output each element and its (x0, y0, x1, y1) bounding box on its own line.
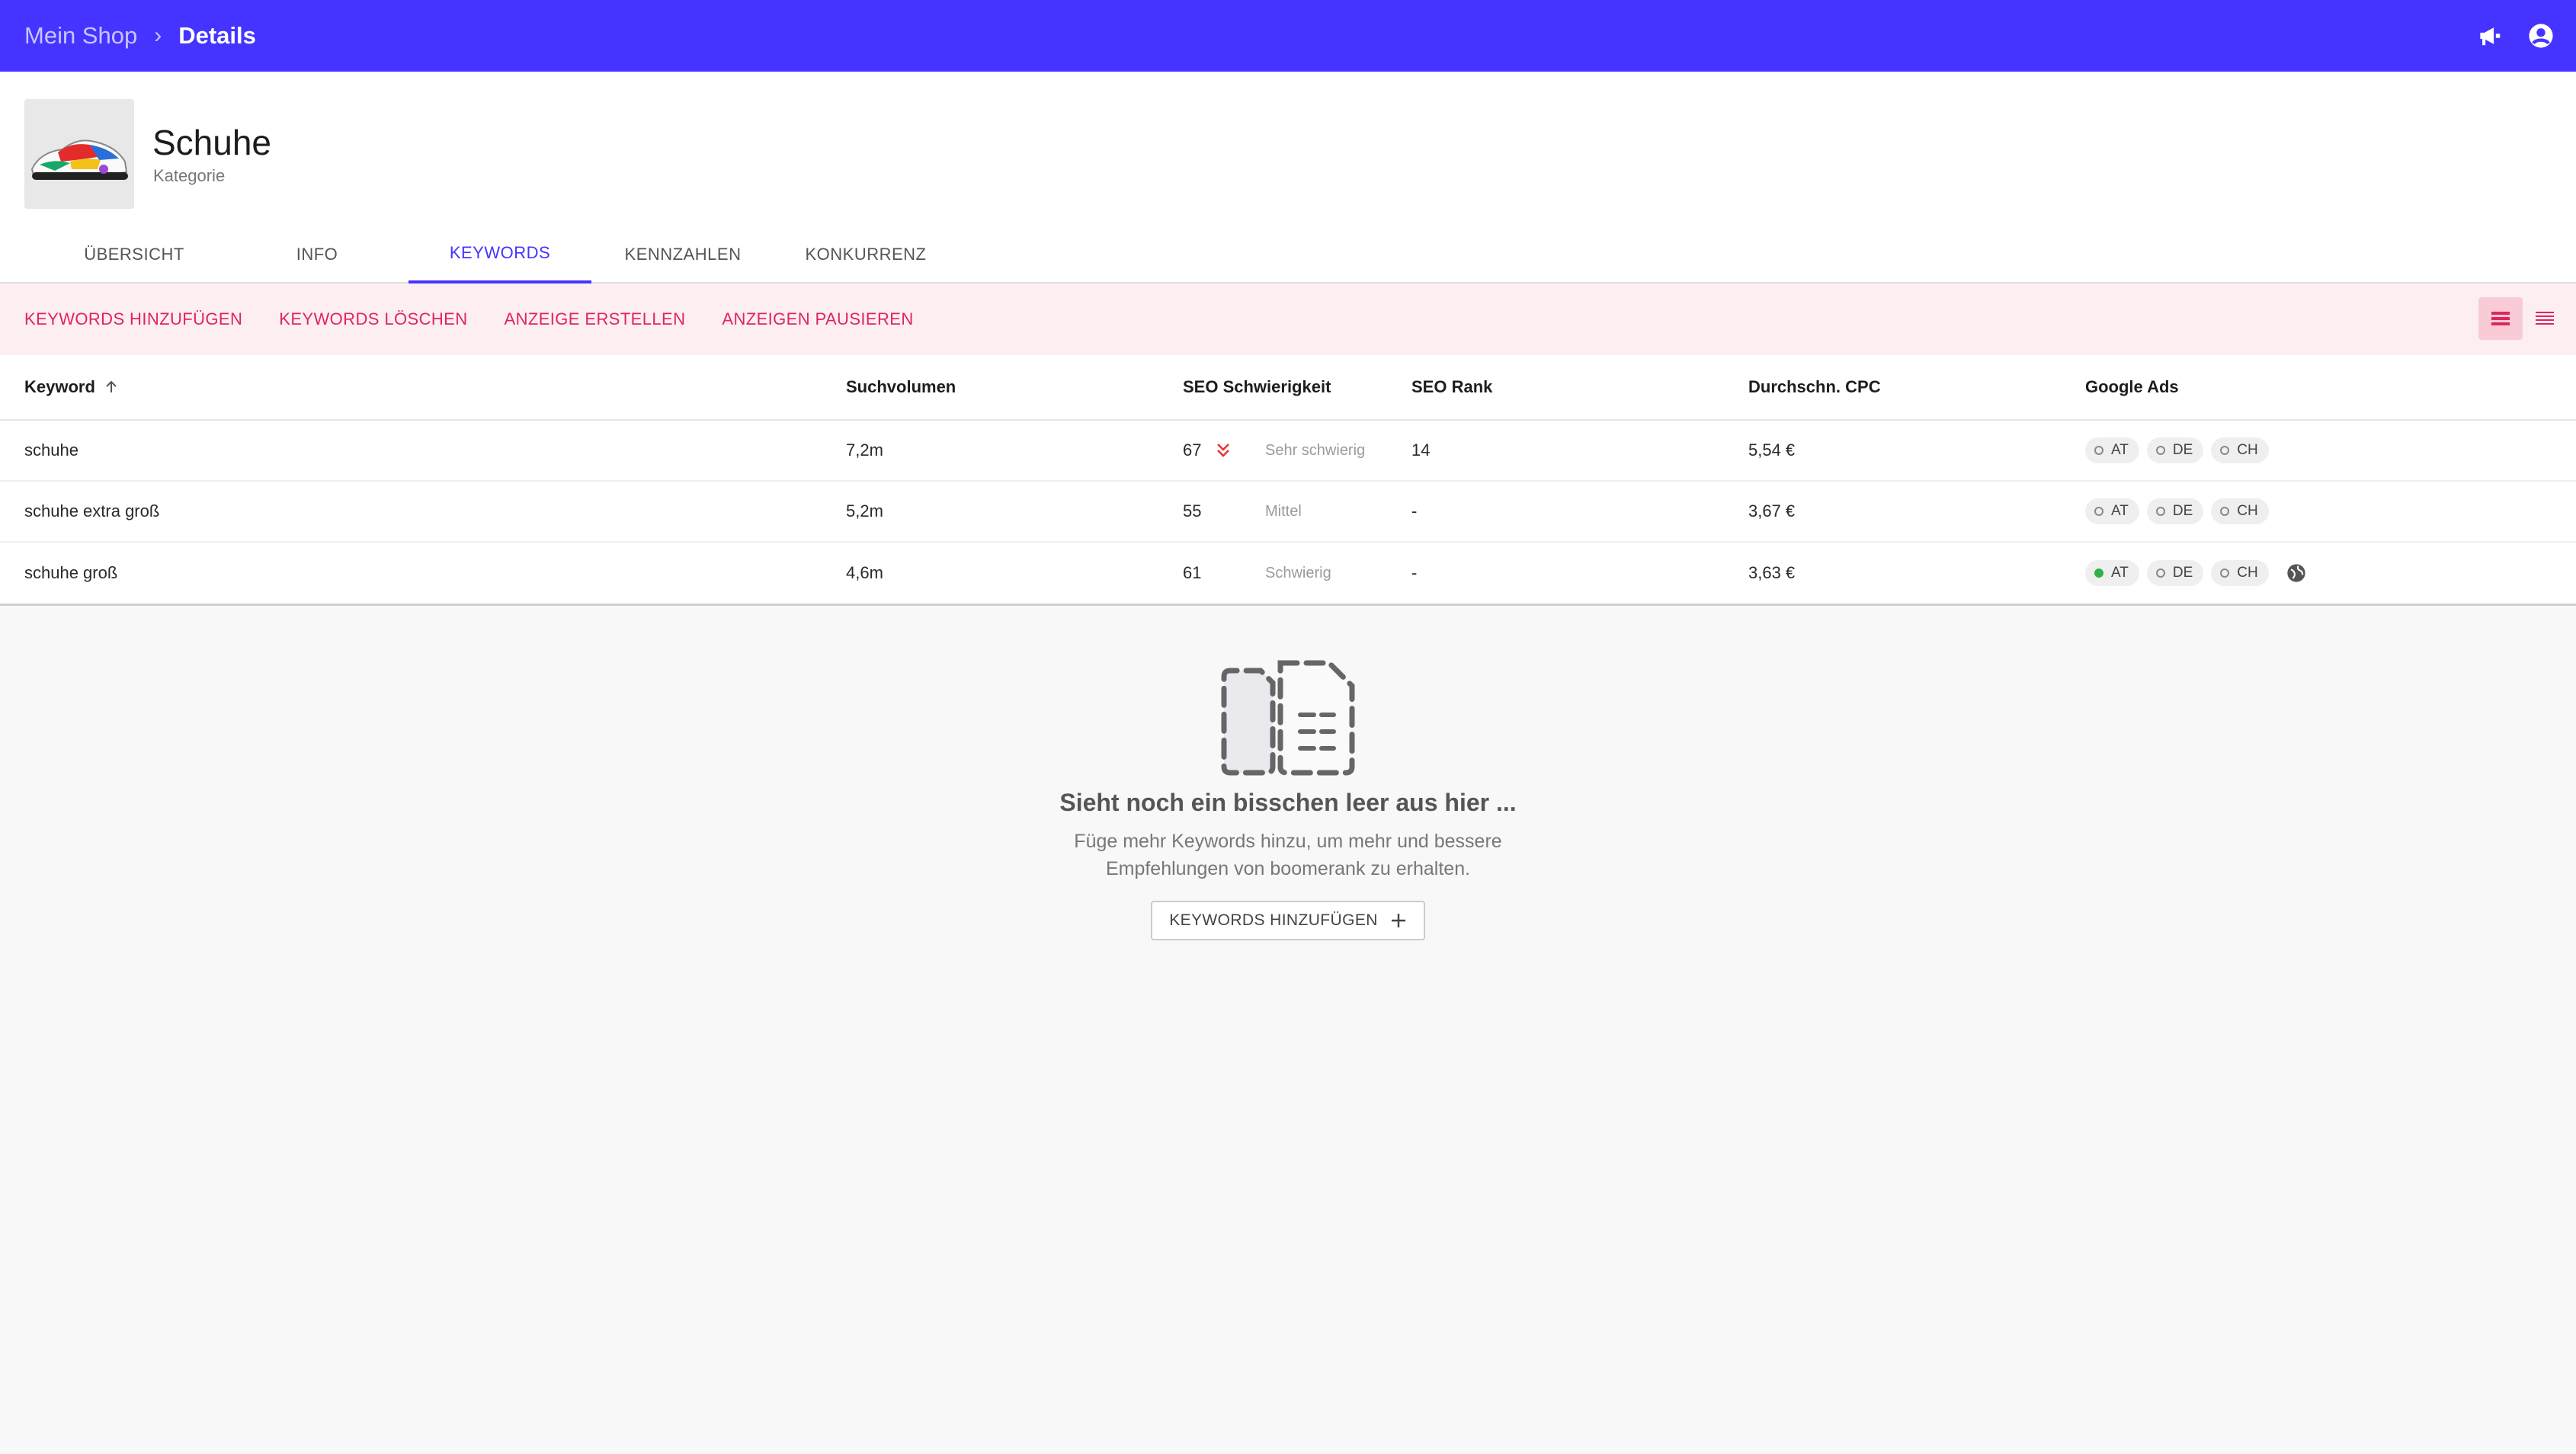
volume-cell: 7,2m (846, 440, 883, 460)
delete-keywords-button[interactable]: KEYWORDS LÖSCHEN (279, 309, 467, 329)
pause-ads-button[interactable]: ANZEIGEN PAUSIEREN (722, 309, 913, 329)
difficulty-value: 55 (1183, 501, 1202, 520)
ads-chip-de[interactable]: DE (2146, 437, 2204, 463)
empty-state-title: Sieht noch ein bisschen leer aus hier ..… (1059, 789, 1517, 816)
ads-chip-label: DE (2172, 442, 2193, 458)
difficulty-value: 67 (1183, 440, 1202, 460)
difficulty-label: Mittel (1265, 502, 1302, 520)
ads-chip-label: CH (2237, 565, 2258, 581)
status-dot (2220, 507, 2230, 516)
status-dot (2155, 446, 2165, 455)
top-app-bar: Mein Shop › Details (0, 0, 2576, 72)
ads-chip-label: CH (2237, 442, 2258, 458)
view-list-thick-icon (2491, 312, 2510, 325)
volume-cell: 5,2m (846, 501, 883, 520)
difficulty-value: 61 (1183, 563, 1202, 582)
cpc-cell: 3,67 € (1748, 501, 1796, 520)
tab-kennzahlen[interactable]: KENNZAHLEN (591, 226, 774, 283)
tab-info[interactable]: INFO (226, 226, 409, 283)
empty-add-keywords-button[interactable]: KEYWORDS HINZUFÜGEN (1151, 901, 1425, 940)
difficulty-label: Sehr schwierig (1265, 441, 1366, 459)
account-icon[interactable] (2526, 21, 2556, 51)
ads-chip-de[interactable]: DE (2146, 560, 2204, 586)
ads-chip-label: AT (2111, 565, 2129, 581)
ads-cell: AT DE CH (2085, 543, 2307, 604)
status-dot (2155, 568, 2165, 578)
empty-state: Sieht noch ein bisschen leer aus hier ..… (0, 655, 2576, 940)
cpc-cell: 3,63 € (1748, 563, 1796, 582)
action-bar: KEYWORDS HINZUFÜGEN KEYWORDS LÖSCHEN ANZ… (0, 283, 2576, 355)
double-chevron-down-icon (1215, 421, 1232, 480)
plus-icon (1391, 914, 1405, 927)
status-dot-active (2094, 568, 2103, 578)
ads-chip-at[interactable]: AT (2085, 498, 2139, 524)
ads-chip-label: DE (2172, 503, 2193, 519)
table-row[interactable]: schuhe 7,2m 67 Sehr schwierig 14 5,54 € … (0, 421, 2576, 482)
difficulty-label: Schwierig (1265, 564, 1331, 581)
ads-chip-label: AT (2111, 503, 2129, 519)
column-header-keyword-label: Keyword (24, 377, 95, 396)
ads-cell: AT DE CH (2085, 421, 2276, 480)
table-row[interactable]: schuhe extra groß 5,2m 55 Mittel - 3,67 … (0, 482, 2576, 543)
empty-documents-icon (1221, 660, 1355, 776)
page-header: Schuhe Kategorie ÜBERSICHT INFO KEYWORDS… (0, 72, 2576, 283)
ads-cell: AT DE CH (2085, 482, 2276, 541)
view-list-compact-icon (2536, 312, 2554, 325)
status-dot (2220, 568, 2230, 578)
table-header-row: Keyword Suchvolumen SEO Schwierigkeit SE… (0, 355, 2576, 421)
column-header-difficulty[interactable]: SEO Schwierigkeit (1183, 355, 1331, 419)
cpc-cell: 5,54 € (1748, 440, 1796, 460)
status-dot (2220, 446, 2230, 455)
column-header-ads[interactable]: Google Ads (2085, 355, 2179, 419)
breadcrumb-chevron-icon: › (154, 23, 162, 48)
status-dot (2094, 507, 2103, 516)
ads-chip-label: CH (2237, 503, 2258, 519)
ads-chip-ch[interactable]: CH (2211, 498, 2269, 524)
tab-uebersicht[interactable]: ÜBERSICHT (43, 226, 226, 283)
empty-state-line1: Füge mehr Keywords hinzu, um mehr und be… (1074, 831, 1502, 852)
rank-cell: 14 (1411, 440, 1431, 460)
ads-chip-ch[interactable]: CH (2211, 560, 2269, 586)
column-header-volume[interactable]: Suchvolumen (846, 355, 956, 419)
keyword-cell: schuhe extra groß (24, 501, 160, 520)
add-keywords-button[interactable]: KEYWORDS HINZUFÜGEN (24, 309, 242, 329)
status-dot (2155, 507, 2165, 516)
tab-konkurrenz[interactable]: KONKURRENZ (774, 226, 957, 283)
column-header-rank[interactable]: SEO Rank (1411, 355, 1492, 419)
sneaker-image (24, 99, 134, 209)
page-subtitle: Kategorie (153, 166, 226, 185)
rank-cell: - (1411, 501, 1418, 520)
topbar-actions (2475, 0, 2576, 72)
ads-chip-at[interactable]: AT (2085, 560, 2139, 586)
sort-ascending-icon (106, 380, 117, 392)
tab-bar: ÜBERSICHT INFO KEYWORDS KENNZAHLEN KONKU… (0, 226, 2576, 283)
tab-keywords[interactable]: KEYWORDS (409, 226, 591, 283)
rank-cell: - (1411, 563, 1418, 582)
ads-chip-label: DE (2172, 565, 2193, 581)
column-header-cpc[interactable]: Durchschn. CPC (1748, 355, 1881, 419)
empty-state-line2: Empfehlungen von boomerank zu erhalten. (1105, 858, 1471, 879)
ads-chip-label: AT (2111, 442, 2129, 458)
empty-add-keywords-label: KEYWORDS HINZUFÜGEN (1169, 911, 1378, 929)
status-dot (2094, 446, 2103, 455)
globe-icon[interactable] (2286, 562, 2307, 584)
page-title: Schuhe (152, 123, 272, 162)
keywords-table: Keyword Suchvolumen SEO Schwierigkeit SE… (0, 355, 2576, 606)
breadcrumb-current: Details (178, 22, 256, 49)
breadcrumb-root[interactable]: Mein Shop (24, 22, 137, 50)
keyword-cell: schuhe (24, 440, 78, 460)
ads-chip-at[interactable]: AT (2085, 437, 2139, 463)
keyword-cell: schuhe groß (24, 563, 118, 582)
volume-cell: 4,6m (846, 563, 883, 582)
view-toggle-comfortable[interactable] (2478, 297, 2523, 340)
create-ad-button[interactable]: ANZEIGE ERSTELLEN (505, 309, 686, 329)
table-row[interactable]: schuhe groß 4,6m 61 Schwierig - 3,63 € A… (0, 543, 2576, 604)
product-thumbnail (24, 99, 134, 209)
ads-chip-de[interactable]: DE (2146, 498, 2204, 524)
megaphone-icon[interactable] (2475, 21, 2506, 51)
column-header-keyword[interactable]: Keyword (24, 355, 120, 419)
ads-chip-ch[interactable]: CH (2211, 437, 2269, 463)
view-toggle-compact[interactable] (2523, 297, 2567, 340)
